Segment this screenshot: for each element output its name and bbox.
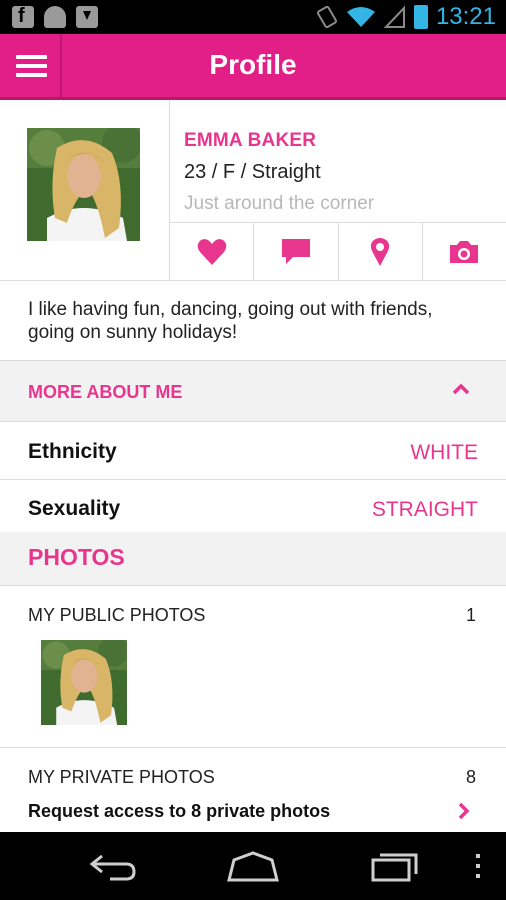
detail-value: STRAIGHT [371, 498, 478, 521]
facebook-icon [12, 5, 34, 28]
status-time: 13:21 [435, 3, 496, 30]
status-bar: 13:21 [0, 0, 506, 34]
photos-section-header: PHOTOS [0, 532, 506, 586]
detail-label: Sexuality [28, 497, 121, 520]
public-photos-count: 1 [465, 605, 476, 625]
app-bar: Profile [0, 34, 506, 100]
profile-bio: I like having fun, dancing, going out wi… [28, 299, 433, 343]
detail-row-ethnicity: Ethnicity WHITE [0, 423, 506, 480]
overflow-menu-icon[interactable] [472, 846, 484, 886]
detail-value: WHITE [410, 441, 478, 464]
detail-row-sexuality: Sexuality STRAIGHT [0, 480, 506, 532]
profile-actions [170, 222, 506, 281]
profile-details: 23 / F / Straight [184, 161, 321, 183]
divider [0, 747, 506, 748]
heart-icon [197, 239, 226, 265]
more-about-me-section-header[interactable]: MORE ABOUT ME [0, 360, 506, 422]
public-photo-thumbnail[interactable] [41, 640, 127, 725]
section-title: MORE ABOUT ME [28, 382, 183, 402]
chevron-up-icon [452, 383, 470, 395]
chevron-right-icon[interactable] [458, 802, 470, 820]
avatar[interactable] [27, 128, 140, 241]
vibrate-icon [316, 5, 337, 29]
home-icon[interactable] [226, 846, 280, 886]
download-icon [76, 6, 98, 28]
profile-header: EMMA BAKER 23 / F / Straight Just around… [0, 100, 506, 281]
section-title: PHOTOS [28, 544, 125, 570]
page-title: Profile [209, 49, 297, 80]
back-icon[interactable] [88, 846, 136, 886]
public-photos-label: MY PUBLIC PHOTOS [28, 605, 206, 625]
android-icon [44, 6, 66, 28]
private-photos-count: 8 [465, 767, 476, 787]
profile-location: Just around the corner [184, 193, 375, 214]
system-nav-bar [0, 832, 506, 900]
wifi-icon [346, 7, 375, 27]
like-button[interactable] [170, 223, 255, 281]
message-button[interactable] [254, 223, 339, 281]
detail-label: Ethnicity [28, 440, 117, 463]
request-private-access-link[interactable]: Request access to 8 private photos [28, 801, 330, 822]
photos-button[interactable] [423, 223, 506, 281]
camera-icon [450, 241, 479, 263]
location-button[interactable] [339, 223, 423, 281]
recent-apps-icon[interactable] [370, 846, 420, 886]
private-photos-label: MY PRIVATE PHOTOS [28, 767, 215, 787]
battery-icon [413, 5, 428, 29]
profile-name: EMMA BAKER [184, 130, 317, 151]
signal-icon [383, 5, 405, 28]
chat-icon [281, 239, 310, 264]
location-pin-icon [371, 238, 390, 266]
